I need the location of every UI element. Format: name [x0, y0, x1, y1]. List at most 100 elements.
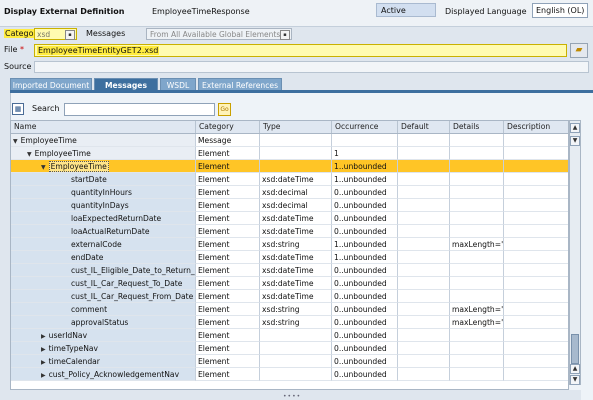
- node-name: timeCalendar: [48, 357, 100, 366]
- scroll-thumb[interactable]: [571, 334, 579, 364]
- column-header-type[interactable]: Type: [260, 121, 332, 133]
- cell-default: [398, 251, 450, 264]
- table-row[interactable]: ▼ EmployeeTime Message: [11, 134, 568, 147]
- cell-default: [398, 173, 450, 186]
- cell-description: [504, 368, 568, 381]
- expand-icon[interactable]: ▶: [41, 330, 46, 341]
- cell-type: xsd:dateTime: [260, 212, 332, 225]
- cell-description: [504, 160, 568, 173]
- table-row[interactable]: loaExpectedReturnDate Element xsd:dateTime…: [11, 212, 568, 225]
- cell-description: [504, 303, 568, 316]
- scroll-page-icon[interactable]: ▼: [570, 136, 580, 146]
- collapse-icon[interactable]: ▼: [41, 161, 46, 172]
- scroll-down-icon[interactable]: ▼: [570, 375, 580, 385]
- messages-dropdown-icon[interactable]: ▪: [280, 30, 290, 40]
- column-header-details[interactable]: Details: [450, 121, 504, 133]
- cell-name: quantityInDays: [11, 199, 196, 212]
- expand-icon[interactable]: ▶: [41, 356, 46, 367]
- cell-description: [504, 199, 568, 212]
- table-row[interactable]: approvalStatus Element xsd:string 0..unboun…: [11, 316, 568, 329]
- node-name: cust_IL_Eligible_Date_to_Return_: [71, 266, 195, 275]
- column-header-description[interactable]: Description: [504, 121, 568, 133]
- collapse-icon[interactable]: ▼: [13, 135, 18, 146]
- cell-description: [504, 251, 568, 264]
- table-row[interactable]: ▼ EmployeeTime Element 1..unbounded: [11, 160, 568, 173]
- table-row[interactable]: cust_IL_Car_Request_To_Date Element xsd:da…: [11, 277, 568, 290]
- cell-occurrence: 0..unbounded: [332, 368, 398, 381]
- collapse-icon[interactable]: ▼: [27, 148, 32, 159]
- cell-details: [450, 277, 504, 290]
- table-row[interactable]: ▶ userIdNav Element 0..unbounded: [11, 329, 568, 342]
- cell-default: [398, 134, 450, 147]
- cell-type: [260, 147, 332, 160]
- column-header-default[interactable]: Default: [398, 121, 450, 133]
- scroll-page-up-icon[interactable]: ▲: [570, 364, 580, 374]
- table-row[interactable]: quantityInHours Element xsd:decimal 0..unbo…: [11, 186, 568, 199]
- column-header-category[interactable]: Category: [196, 121, 260, 133]
- table-row[interactable]: comment Element xsd:string 0..unbounded maxL…: [11, 303, 568, 316]
- cell-occurrence: 1..unbounded: [332, 173, 398, 186]
- cell-details: [450, 173, 504, 186]
- table-row[interactable]: externalCode Element xsd:string 1..unbounde…: [11, 238, 568, 251]
- cell-description: [504, 264, 568, 277]
- cell-category: Element: [196, 160, 260, 173]
- table-row[interactable]: ▼ EmployeeTime Element 1: [11, 147, 568, 160]
- cell-occurrence: 0..unbounded: [332, 277, 398, 290]
- resize-grip-icon[interactable]: ••••: [283, 393, 301, 400]
- cell-category: Element: [196, 277, 260, 290]
- cell-description: [504, 134, 568, 147]
- cell-default: [398, 160, 450, 173]
- cell-occurrence: 0..unbounded: [332, 329, 398, 342]
- table-row[interactable]: ▶ timeTypeNav Element 0..unbounded: [11, 342, 568, 355]
- cell-details: maxLength="1: [450, 238, 504, 251]
- cell-default: [398, 238, 450, 251]
- cell-type: xsd:decimal: [260, 199, 332, 212]
- table-row[interactable]: ▶ timeCalendar Element 0..unbounded: [11, 355, 568, 368]
- cell-type: xsd:string: [260, 316, 332, 329]
- expand-icon[interactable]: ▶: [41, 369, 46, 380]
- cell-type: [260, 329, 332, 342]
- cell-category: Element: [196, 316, 260, 329]
- messages-select[interactable]: From All Available Global Elements ▪: [146, 28, 292, 40]
- cell-details: maxLength="4: [450, 303, 504, 316]
- cell-category: Element: [196, 290, 260, 303]
- cell-description: [504, 316, 568, 329]
- cell-name: ▼ EmployeeTime: [11, 147, 196, 160]
- file-label: File *: [4, 45, 24, 54]
- cell-default: [398, 199, 450, 212]
- column-header-occurrence[interactable]: Occurrence: [332, 121, 398, 133]
- cell-category: Element: [196, 303, 260, 316]
- cell-details: [450, 160, 504, 173]
- cell-occurrence: 0..unbounded: [332, 186, 398, 199]
- element-table: Name Category Type Occurrence Default De…: [10, 120, 569, 390]
- category-select[interactable]: xsd ▪: [34, 28, 77, 40]
- expand-icon[interactable]: ▶: [41, 343, 46, 354]
- vertical-scrollbar[interactable]: ▲ ▼ ▲ ▼: [569, 120, 581, 385]
- cell-type: xsd:dateTime: [260, 173, 332, 186]
- go-button[interactable]: Go: [218, 103, 231, 116]
- cell-category: Element: [196, 368, 260, 381]
- folder-icon[interactable]: ▰: [570, 43, 588, 58]
- table-row[interactable]: quantityInDays Element xsd:decimal 0..unbou…: [11, 199, 568, 212]
- scroll-up-icon[interactable]: ▲: [570, 123, 580, 133]
- cell-category: Element: [196, 199, 260, 212]
- cell-type: [260, 355, 332, 368]
- table-row[interactable]: ▶ cust_Policy_AcknowledgementNav Element 0.…: [11, 368, 568, 381]
- source-field[interactable]: [34, 61, 589, 73]
- table-row[interactable]: cust_IL_Car_Request_From_Date Element xsd:…: [11, 290, 568, 303]
- displayed-language-select[interactable]: English (OL): [532, 3, 588, 18]
- cell-description: [504, 329, 568, 342]
- table-settings-icon[interactable]: ▦: [12, 103, 24, 115]
- table-row[interactable]: startDate Element xsd:dateTime 1..unbounded: [11, 173, 568, 186]
- cell-occurrence: 1..unbounded: [332, 238, 398, 251]
- column-header-name[interactable]: Name: [11, 121, 196, 133]
- cell-name: approvalStatus: [11, 316, 196, 329]
- table-row[interactable]: cust_IL_Eligible_Date_to_Return_ Element x…: [11, 264, 568, 277]
- cell-type: [260, 134, 332, 147]
- file-field[interactable]: EmployeeTimeEntityGET2.xsd: [34, 44, 567, 57]
- category-dropdown-icon[interactable]: ▪: [65, 30, 75, 40]
- cell-details: [450, 251, 504, 264]
- table-row[interactable]: loaActualReturnDate Element xsd:dateTime 0.…: [11, 225, 568, 238]
- table-row[interactable]: endDate Element xsd:dateTime 1..unbounded: [11, 251, 568, 264]
- search-input[interactable]: [64, 103, 215, 116]
